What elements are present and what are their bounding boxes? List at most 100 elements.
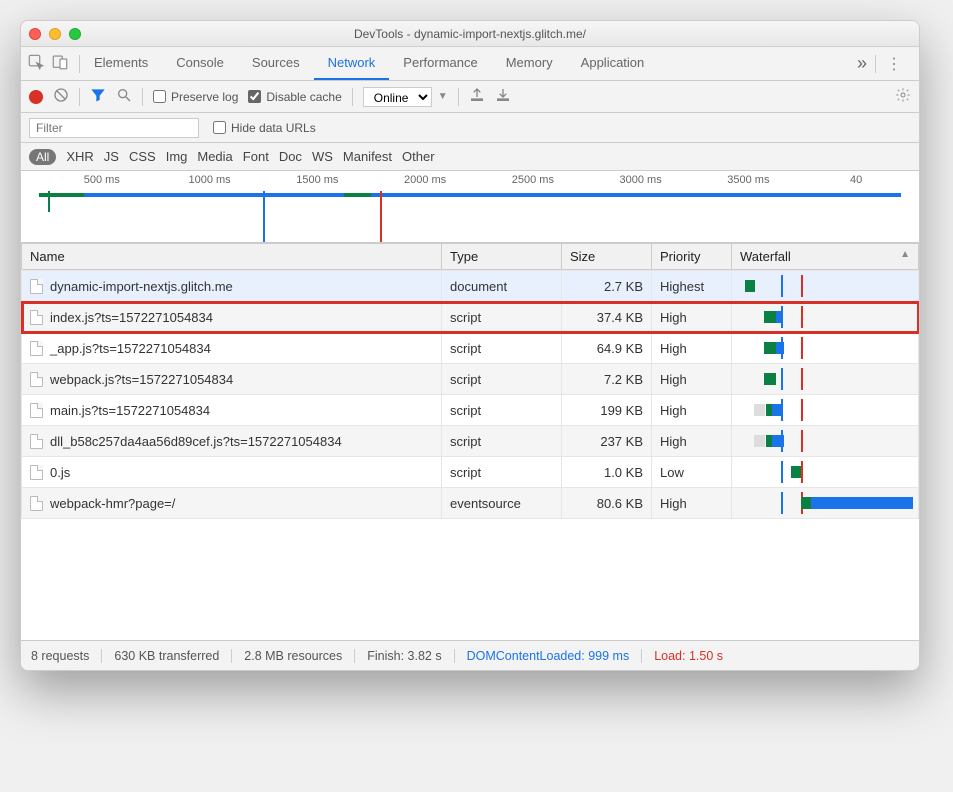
file-icon <box>30 341 43 356</box>
tab-memory[interactable]: Memory <box>492 47 567 80</box>
cell-name[interactable]: _app.js?ts=1572271054834 <box>22 333 442 364</box>
throttling-select[interactable]: Online <box>363 87 432 107</box>
disable-cache-checkbox[interactable]: Disable cache <box>248 90 341 104</box>
cell-name[interactable]: 0.js <box>22 457 442 488</box>
request-table-wrap: Name Type Size Priority Waterfall▲ dynam… <box>21 243 919 640</box>
minimize-window-button[interactable] <box>49 28 61 40</box>
maximize-window-button[interactable] <box>69 28 81 40</box>
table-row[interactable]: 0.jsscript1.0 KBLow <box>22 457 919 488</box>
search-icon[interactable] <box>116 87 132 106</box>
clear-icon[interactable] <box>53 87 69 106</box>
type-filter-ws[interactable]: WS <box>312 149 333 164</box>
cell-name[interactable]: dynamic-import-nextjs.glitch.me <box>22 271 442 302</box>
filter-icon[interactable] <box>90 87 106 106</box>
hide-data-urls-checkbox[interactable]: Hide data URLs <box>213 121 316 135</box>
cell-waterfall <box>732 426 919 457</box>
upload-har-icon[interactable] <box>469 87 485 106</box>
settings-menu-icon[interactable]: ⋮ <box>876 54 913 74</box>
tab-network[interactable]: Network <box>314 47 390 80</box>
type-filter-other[interactable]: Other <box>402 149 435 164</box>
hide-data-urls-label: Hide data URLs <box>231 121 316 135</box>
dcl-line <box>781 368 783 390</box>
file-icon <box>30 496 43 511</box>
col-priority[interactable]: Priority <box>652 244 732 270</box>
type-filter-doc[interactable]: Doc <box>279 149 302 164</box>
table-row[interactable]: main.js?ts=1572271054834script199 KBHigh <box>22 395 919 426</box>
status-load: Load: 1.50 s <box>642 649 735 663</box>
cell-size: 7.2 KB <box>562 364 652 395</box>
preserve-log-input[interactable] <box>153 90 166 103</box>
table-header-row: Name Type Size Priority Waterfall▲ <box>22 244 919 270</box>
load-line <box>801 337 803 359</box>
time-tick: 3500 ms <box>727 174 769 186</box>
time-tick: 40 <box>850 174 862 186</box>
col-type[interactable]: Type <box>442 244 562 270</box>
divider <box>142 88 143 106</box>
load-line <box>801 306 803 328</box>
cell-name[interactable]: index.js?ts=1572271054834 <box>22 302 442 333</box>
cell-priority: High <box>652 302 732 333</box>
divider <box>79 88 80 106</box>
tab-console[interactable]: Console <box>162 47 238 80</box>
dcl-line <box>781 492 783 514</box>
cell-priority: High <box>652 364 732 395</box>
type-filter-media[interactable]: Media <box>197 149 232 164</box>
time-tick: 1000 ms <box>188 174 230 186</box>
cell-name[interactable]: webpack-hmr?page=/ <box>22 488 442 519</box>
type-filter-js[interactable]: JS <box>104 149 119 164</box>
load-line <box>801 461 803 483</box>
table-row[interactable]: dynamic-import-nextjs.glitch.medocument2… <box>22 271 919 302</box>
status-finish: Finish: 3.82 s <box>355 649 454 663</box>
inspect-element-icon[interactable] <box>27 53 45 74</box>
chevron-down-icon[interactable]: ▼ <box>438 91 448 102</box>
overview-timeline[interactable]: 500 ms1000 ms1500 ms2000 ms2500 ms3000 m… <box>21 171 919 243</box>
tabs-overflow-icon[interactable]: » <box>849 53 875 74</box>
status-transferred: 630 KB transferred <box>102 649 232 663</box>
settings-gear-icon[interactable] <box>895 91 911 106</box>
table-row[interactable]: webpack-hmr?page=/eventsource80.6 KBHigh <box>22 488 919 519</box>
overview-body <box>21 191 919 242</box>
cell-size: 1.0 KB <box>562 457 652 488</box>
cell-name[interactable]: webpack.js?ts=1572271054834 <box>22 364 442 395</box>
table-row[interactable]: dll_b58c257da4aa56d89cef.js?ts=157227105… <box>22 426 919 457</box>
col-size[interactable]: Size <box>562 244 652 270</box>
cell-name[interactable]: main.js?ts=1572271054834 <box>22 395 442 426</box>
type-filter-all[interactable]: All <box>29 149 56 165</box>
tab-performance[interactable]: Performance <box>389 47 491 80</box>
cell-priority: High <box>652 333 732 364</box>
download-har-icon[interactable] <box>495 87 511 106</box>
col-name[interactable]: Name <box>22 244 442 270</box>
time-tick: 1500 ms <box>296 174 338 186</box>
cell-priority: High <box>652 426 732 457</box>
disable-cache-input[interactable] <box>248 90 261 103</box>
tab-sources[interactable]: Sources <box>238 47 314 80</box>
type-filter-manifest[interactable]: Manifest <box>343 149 392 164</box>
cell-waterfall <box>732 333 919 364</box>
sort-asc-icon: ▲ <box>900 249 910 260</box>
device-toolbar-icon[interactable] <box>51 53 69 74</box>
filter-input[interactable] <box>29 118 199 138</box>
window-controls <box>29 28 81 40</box>
cell-waterfall <box>732 364 919 395</box>
load-line <box>801 430 803 452</box>
tab-elements[interactable]: Elements <box>80 47 162 80</box>
close-window-button[interactable] <box>29 28 41 40</box>
record-button[interactable] <box>29 90 43 104</box>
table-row[interactable]: index.js?ts=1572271054834script37.4 KBHi… <box>22 302 919 333</box>
preserve-log-checkbox[interactable]: Preserve log <box>153 90 238 104</box>
table-row[interactable]: _app.js?ts=1572271054834script64.9 KBHig… <box>22 333 919 364</box>
type-filter-xhr[interactable]: XHR <box>66 149 93 164</box>
hide-data-urls-input[interactable] <box>213 121 226 134</box>
type-filter-img[interactable]: Img <box>166 149 188 164</box>
cell-name[interactable]: dll_b58c257da4aa56d89cef.js?ts=157227105… <box>22 426 442 457</box>
tab-application[interactable]: Application <box>567 47 659 80</box>
cell-type: script <box>442 364 562 395</box>
file-icon <box>30 465 43 480</box>
col-waterfall[interactable]: Waterfall▲ <box>732 244 919 270</box>
file-icon <box>30 403 43 418</box>
type-filter-css[interactable]: CSS <box>129 149 156 164</box>
cell-size: 64.9 KB <box>562 333 652 364</box>
table-row[interactable]: webpack.js?ts=1572271054834script7.2 KBH… <box>22 364 919 395</box>
type-filter-font[interactable]: Font <box>243 149 269 164</box>
cell-waterfall <box>732 302 919 333</box>
